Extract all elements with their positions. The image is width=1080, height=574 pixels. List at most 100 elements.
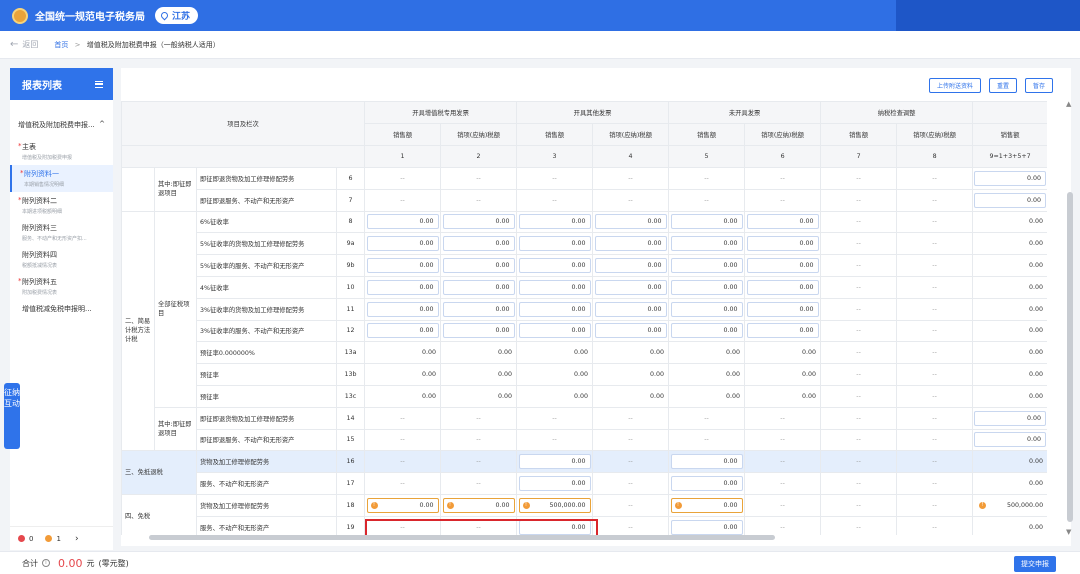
disabled-cell: -- (592, 428, 670, 452)
amount-input[interactable]: ! 0.00 (442, 497, 515, 513)
amount-input[interactable]: 0.00 (366, 323, 439, 339)
tax-interaction-tab[interactable]: 征纳互动 (4, 383, 20, 449)
amount-input[interactable]: 0.00 (518, 454, 591, 470)
amount-input[interactable]: 0.00 (974, 170, 1047, 186)
amount-input[interactable]: 0.00 (746, 301, 819, 317)
amount-input[interactable]: 0.00 (518, 258, 591, 274)
amount-cell: 0.00 (668, 515, 746, 535)
amount-input[interactable]: 0.00 (670, 323, 743, 339)
row-label: 4%征收率 (196, 275, 337, 299)
amount-input[interactable]: 0.00 (518, 279, 591, 295)
row-label: 服务、不动产和无形资产 (196, 515, 337, 535)
info-icon[interactable]: i (42, 559, 50, 567)
amount-input[interactable]: 0.00 (594, 258, 667, 274)
amount-cell: 0.00 (440, 319, 518, 343)
amount-input[interactable]: 0.00 (442, 236, 515, 252)
disabled-cell: -- (820, 450, 898, 474)
amount-input[interactable]: 0.00 (594, 323, 667, 339)
amount-input[interactable]: ! 0.00 (670, 497, 743, 513)
back-label: 返回 (22, 40, 39, 49)
amount-input[interactable]: 0.00 (518, 323, 591, 339)
amount-input[interactable]: 0.00 (746, 279, 819, 295)
breadcrumb-home-link[interactable]: 首页 (54, 41, 68, 49)
amount-input[interactable]: 0.00 (746, 323, 819, 339)
amount-input[interactable]: 0.00 (366, 214, 439, 230)
group-header-other-invoice: 开具其他发票 (516, 101, 670, 124)
computed-cell: 0.00 (364, 363, 442, 386)
sidebar-item-4[interactable]: 附列资料四 税额抵减情况表 (10, 246, 113, 273)
vertical-scroll-thumb[interactable] (1067, 192, 1073, 522)
amount-value: 0.00 (723, 283, 738, 291)
amount-cell: 0.00 (744, 232, 822, 256)
amount-input[interactable]: 0.00 (442, 214, 515, 230)
amount-input[interactable]: 0.00 (746, 214, 819, 230)
amount-input[interactable]: 0.00 (366, 279, 439, 295)
amount-input[interactable]: 0.00 (518, 301, 591, 317)
amount-input[interactable]: 0.00 (670, 214, 743, 230)
amount-input[interactable]: 0.00 (518, 214, 591, 230)
amount-input[interactable]: 0.00 (670, 236, 743, 252)
amount-input[interactable]: ! 0.00 (366, 497, 439, 513)
user-area[interactable] (896, 0, 1080, 31)
reset-button[interactable]: 重置 (988, 78, 1017, 93)
sidebar-item-3[interactable]: 附列资料三 服务、不动产和无形资产扣... (10, 219, 113, 246)
submit-declaration-button[interactable]: 提交申报 (1014, 556, 1056, 572)
amount-input[interactable]: 0.00 (670, 258, 743, 274)
error-count: 0 (29, 534, 34, 543)
amount-input[interactable]: 0.00 (442, 323, 515, 339)
amount-cell: 0.00 (668, 450, 746, 474)
sidebar-item-5[interactable]: * 附列资料五 附加税费情况表 (10, 273, 113, 300)
amount-input[interactable]: 0.00 (746, 258, 819, 274)
amount-input[interactable]: 0.00 (594, 214, 667, 230)
sidebar-item-6[interactable]: 增值税减免税申报明... (10, 300, 113, 318)
sidebar-item-1[interactable]: * 附列资料一 本期销售情况明细 (10, 165, 113, 192)
amount-input[interactable]: 0.00 (366, 236, 439, 252)
amount-input[interactable]: 0.00 (594, 236, 667, 252)
total-value: 0.00 (58, 556, 83, 570)
amount-value: 0.00 (495, 218, 510, 226)
amount-input[interactable]: 0.00 (518, 236, 591, 252)
amount-input[interactable]: 0.00 (974, 432, 1047, 448)
scroll-down-icon[interactable]: ▼ (1066, 528, 1071, 536)
disabled-cell: -- (744, 515, 822, 535)
amount-input[interactable]: 0.00 (442, 279, 515, 295)
amount-cell: 0.00 (592, 319, 670, 343)
amount-input[interactable]: 0.00 (594, 301, 667, 317)
horizontal-scroll-thumb[interactable] (149, 535, 775, 540)
amount-value: 0.00 (495, 283, 510, 291)
province-selector[interactable]: 江苏 (155, 7, 199, 24)
amount-input[interactable]: ! 500,000.00 (518, 497, 591, 513)
amount-value: 0.00 (1027, 436, 1042, 444)
amount-input[interactable]: 0.00 (594, 279, 667, 295)
back-button[interactable]: ← 返回 (10, 39, 38, 50)
amount-input[interactable]: 0.00 (670, 301, 743, 317)
sidebar-group[interactable]: 增值税及附加税费申报... ^ (10, 120, 113, 130)
horizontal-scrollbar[interactable] (121, 535, 1047, 541)
disabled-cell: -- (440, 406, 518, 430)
amount-input[interactable]: 0.00 (518, 476, 591, 492)
vertical-scrollbar[interactable]: ▲ ▼ (1066, 100, 1074, 536)
amount-input[interactable]: 0.00 (518, 519, 591, 535)
amount-input[interactable]: 0.00 (670, 519, 743, 535)
amount-input[interactable]: 0.00 (974, 410, 1047, 426)
amount-input[interactable]: 0.00 (442, 258, 515, 274)
amount-input[interactable]: 0.00 (974, 192, 1047, 208)
amount-input[interactable]: 0.00 (670, 476, 743, 492)
chevron-right-icon[interactable]: › (75, 534, 79, 544)
menu-toggle-icon[interactable] (95, 80, 103, 88)
amount-value: 0.00 (1027, 196, 1042, 204)
sidebar-item-2[interactable]: * 附列资料二 本期进项税额明细 (10, 192, 113, 219)
sidebar-item-0[interactable]: * 主表 增值税及附加税费申报 (10, 138, 113, 165)
amount-input[interactable]: 0.00 (442, 301, 515, 317)
scroll-up-icon[interactable]: ▲ (1066, 100, 1071, 108)
amount-input[interactable]: 0.00 (670, 454, 743, 470)
upload-attachments-button[interactable]: 上传附送资料 (928, 78, 981, 93)
row-number: 16 (335, 450, 366, 474)
amount-input[interactable]: 0.00 (670, 279, 743, 295)
amount-input[interactable]: 0.00 (366, 258, 439, 274)
total-unit-note: (零元整) (98, 558, 129, 568)
amount-input[interactable]: 0.00 (366, 301, 439, 317)
amount-cell: 0.00 (668, 210, 746, 234)
save-draft-button[interactable]: 暂存 (1024, 78, 1053, 93)
amount-input[interactable]: 0.00 (746, 236, 819, 252)
